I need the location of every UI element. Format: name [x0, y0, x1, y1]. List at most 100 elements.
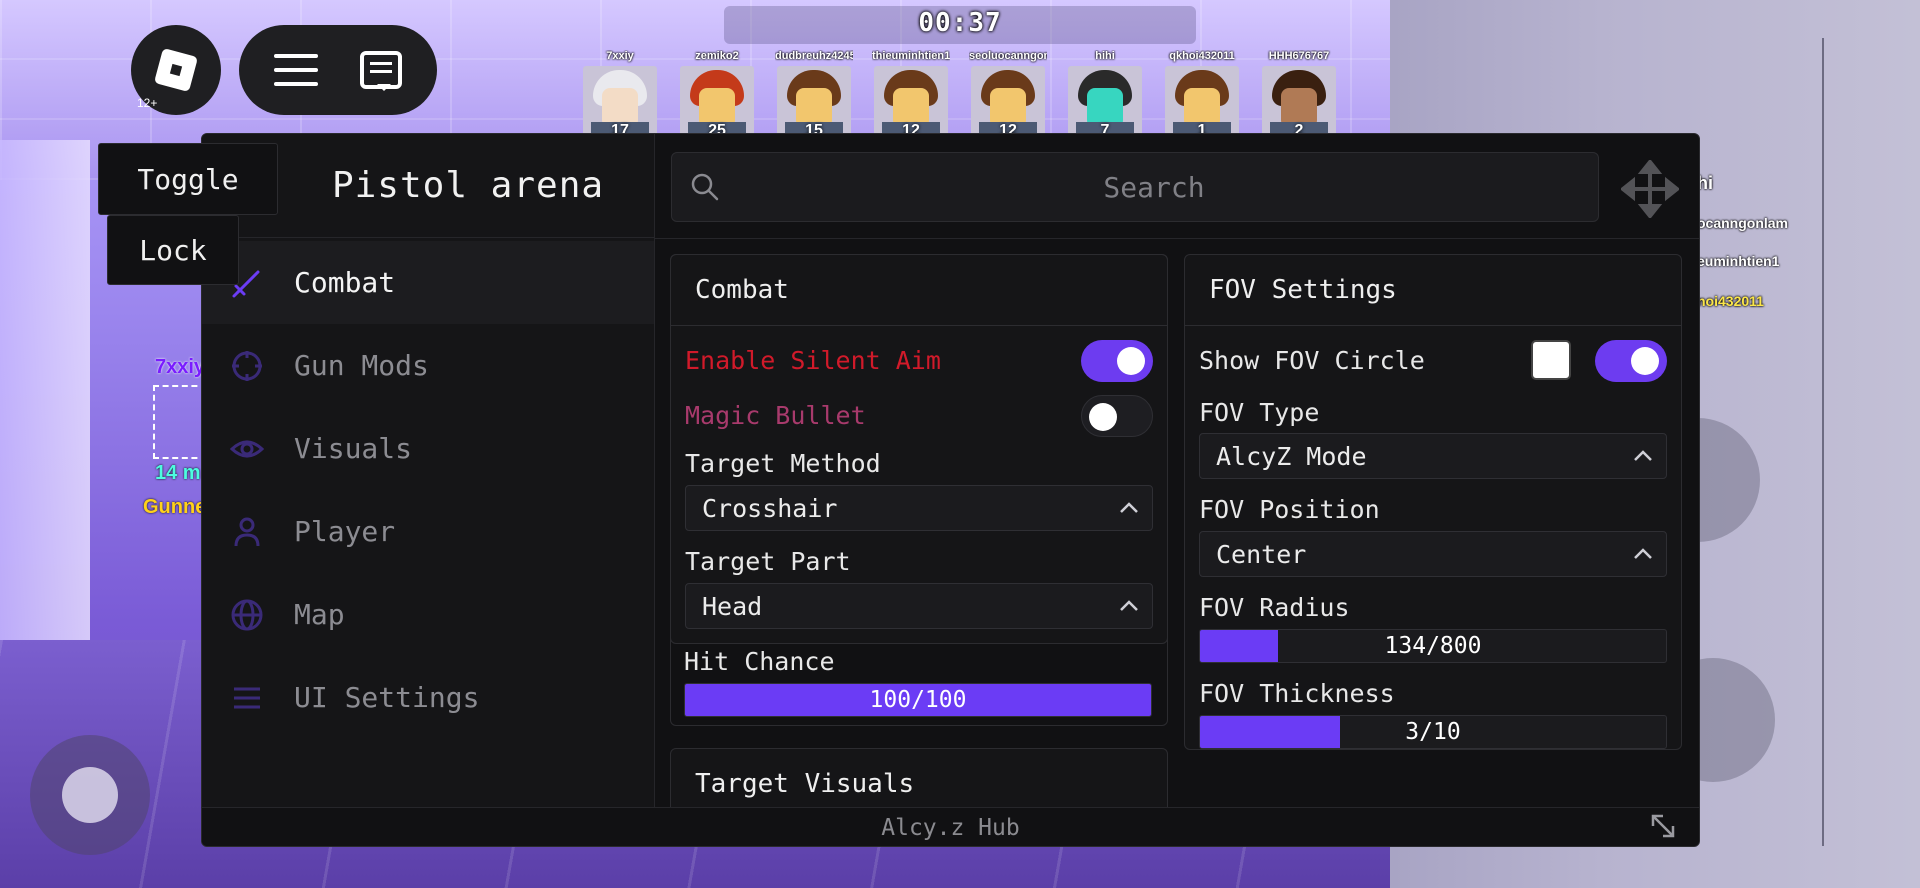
player-card[interactable]: hihi 7: [1066, 50, 1144, 139]
show-fov-label: Show FOV Circle: [1199, 346, 1425, 375]
combat-card-title: Combat: [671, 255, 1167, 326]
fov-color-swatch[interactable]: [1531, 340, 1571, 380]
hub-window: Pistol arena Combat Gun Mods Visuals Player…: [201, 133, 1700, 847]
sidebar-item-gun-mods[interactable]: Gun Mods: [202, 324, 654, 407]
fov-type-dropdown[interactable]: AlcyZ Mode: [1199, 433, 1667, 479]
player-name: hihi: [1095, 50, 1115, 62]
magic-bullet-row: Magic Bullet: [685, 395, 1153, 437]
chat-icon[interactable]: [360, 51, 402, 91]
magic-bullet-label: Magic Bullet: [685, 401, 866, 430]
search-bar-area: [655, 134, 1699, 239]
wall-edge: [1822, 38, 1824, 846]
search-input[interactable]: [732, 153, 1576, 221]
fov-type-row: FOV Type: [1199, 398, 1667, 427]
lock-button[interactable]: Lock: [107, 215, 239, 285]
player-name: HHH676767: [1268, 50, 1330, 62]
target-method-label: Target Method: [685, 449, 881, 478]
player-card[interactable]: dudbreuhz4245 15: [775, 50, 853, 139]
crosshair-icon: [230, 349, 294, 383]
list-icon: [230, 681, 294, 715]
player-name: 7xxiy: [606, 50, 634, 62]
player-tag: ocanngonlam: [1697, 215, 1789, 231]
sidebar-item-label: Player: [294, 515, 396, 548]
fov-position-dropdown[interactable]: Center: [1199, 531, 1667, 577]
target-name: 7xxiy: [155, 356, 206, 378]
globe-icon: [230, 598, 294, 632]
target-box: [153, 385, 207, 459]
player-name: thieuminhtien1: [872, 50, 950, 62]
fov-thickness-label: FOV Thickness: [1199, 679, 1395, 708]
move-icon[interactable]: [1621, 160, 1679, 218]
sidebar-item-player[interactable]: Player: [202, 490, 654, 573]
player-name: qkhoi432011: [1169, 50, 1235, 62]
fov-settings-card: FOV Settings Show FOV Circle FOV Type Al…: [1184, 254, 1682, 750]
show-fov-row: Show FOV Circle: [1199, 340, 1667, 382]
target-method-row: Target Method: [685, 449, 1153, 478]
fov-radius-slider[interactable]: 134/800: [1199, 629, 1667, 663]
movement-joystick[interactable]: [30, 735, 150, 855]
player-scoreboard: 7xxiy 17 zemiko2 25 dudbreuhz4245 15 thieuminh…: [581, 50, 1338, 139]
target-method-value: Crosshair: [702, 493, 838, 523]
hit-chance-label: Hit Chance: [684, 647, 835, 676]
fov-thickness-slider[interactable]: 3/10: [1199, 715, 1667, 749]
target-distance: 14 m: [155, 462, 201, 484]
sidebar-item-label: Combat: [294, 266, 396, 299]
window-footer: Alcy.z Hub: [202, 807, 1699, 846]
toggle-knob: [1089, 403, 1117, 431]
arena-pillar: [0, 140, 90, 660]
match-timer: 00:37: [918, 8, 1002, 38]
sidebar: Pistol arena Combat Gun Mods Visuals Player…: [202, 134, 655, 807]
player-card[interactable]: 7xxiy 17: [581, 50, 659, 139]
sidebar-item-map[interactable]: Map: [202, 573, 654, 656]
target-part-dropdown[interactable]: Head: [685, 583, 1153, 629]
target-method-dropdown[interactable]: Crosshair: [685, 485, 1153, 531]
show-fov-toggle[interactable]: [1595, 340, 1667, 382]
target-gun: Gunne: [143, 496, 207, 518]
sword-icon: [230, 266, 294, 300]
sidebar-item-visuals[interactable]: Visuals: [202, 407, 654, 490]
fov-radius-row: FOV Radius: [1199, 593, 1667, 622]
sidebar-item-label: Gun Mods: [294, 349, 429, 382]
sidebar-item-label: UI Settings: [294, 681, 480, 714]
fov-type-value: AlcyZ Mode: [1216, 441, 1367, 471]
sidebar-nav: Combat Gun Mods Visuals Player Map UI Setting…: [202, 241, 654, 739]
fov-type-label: FOV Type: [1199, 398, 1320, 427]
player-card[interactable]: zemiko2 25: [678, 50, 756, 139]
fov-card-title: FOV Settings: [1185, 255, 1681, 326]
chevron-up-icon: [1120, 502, 1138, 513]
fov-position-row: FOV Position: [1199, 495, 1667, 524]
topbar-controls: [239, 25, 437, 115]
fov-thickness-value: 3/10: [1405, 719, 1461, 745]
sidebar-item-combat[interactable]: Combat: [202, 241, 654, 324]
user-icon: [230, 515, 294, 549]
player-card[interactable]: thieuminhtien1 12: [872, 50, 950, 139]
player-name: dudbreuhz4245: [775, 50, 853, 62]
silent-aim-toggle[interactable]: [1081, 340, 1153, 382]
chevron-up-icon: [1120, 600, 1138, 611]
player-tag: noi432011: [1697, 293, 1764, 309]
sidebar-item-ui-settings[interactable]: UI Settings: [202, 656, 654, 739]
chevron-up-icon: [1634, 450, 1652, 461]
sidebar-item-label: Map: [294, 598, 345, 631]
fov-radius-label: FOV Radius: [1199, 593, 1350, 622]
search-icon: [691, 173, 719, 201]
combat-card: Combat Enable Silent Aim Magic Bullet Ta…: [670, 254, 1168, 644]
player-card[interactable]: qkhoi432011 1: [1163, 50, 1241, 139]
age-rating: 12+: [137, 96, 158, 110]
hit-chance-slider[interactable]: 100/100: [684, 683, 1152, 717]
eye-icon: [230, 432, 294, 466]
resize-icon[interactable]: [1649, 812, 1677, 840]
magic-bullet-toggle[interactable]: [1081, 395, 1153, 437]
toggle-knob: [1117, 347, 1145, 375]
player-name: seoluocanngonlam: [969, 50, 1047, 62]
toggle-knob: [1631, 347, 1659, 375]
target-part-row: Target Part: [685, 547, 1153, 576]
player-card[interactable]: seoluocanngonlam12: [969, 50, 1047, 139]
player-card[interactable]: HHH676767 2: [1260, 50, 1338, 139]
toggle-button[interactable]: Toggle: [98, 143, 278, 215]
player-tag: euminhtien1: [1697, 253, 1780, 269]
search-box[interactable]: [671, 152, 1599, 222]
player-name: zemiko2: [695, 50, 739, 62]
hamburger-menu-icon[interactable]: [274, 54, 318, 86]
fov-thickness-row: FOV Thickness: [1199, 679, 1667, 708]
